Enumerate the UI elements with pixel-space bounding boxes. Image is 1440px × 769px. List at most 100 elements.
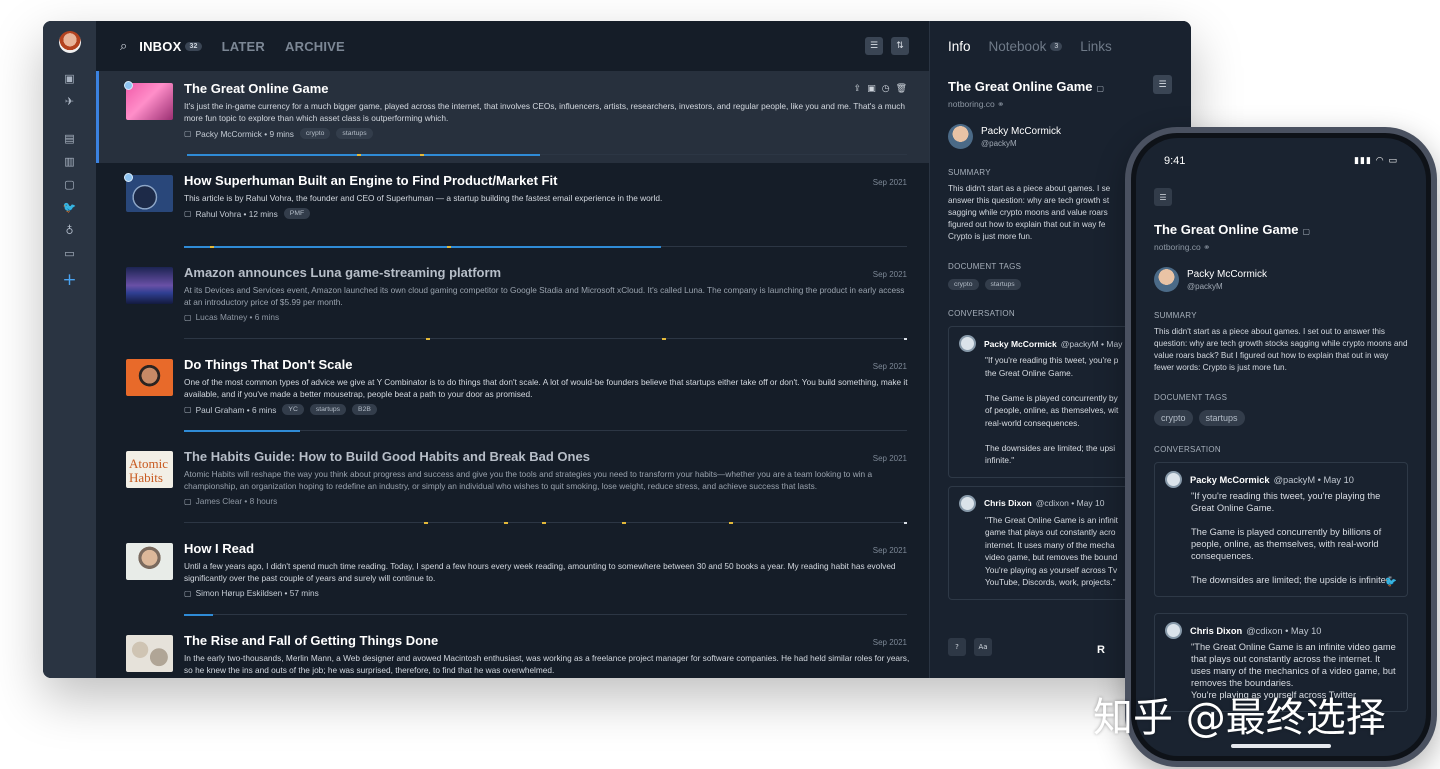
- document-icon: ▢: [1096, 84, 1105, 93]
- article-title[interactable]: The Habits Guide: How to Build Good Habi…: [184, 449, 909, 465]
- document-tags: crypto startups: [1154, 410, 1408, 426]
- clock-icon[interactable]: ◷: [882, 84, 890, 94]
- conversation-heading: CONVERSATION: [1154, 445, 1222, 454]
- pdf-icon[interactable]: ▢: [60, 175, 80, 195]
- tab-count-badge: 32: [185, 41, 202, 51]
- tag-chip[interactable]: startups: [984, 279, 1021, 290]
- tag-chip[interactable]: startups: [1198, 410, 1245, 426]
- books-icon[interactable]: ▥: [60, 152, 80, 172]
- progress-end-mark: [904, 521, 907, 524]
- article-summary: This article is by Rahul Vohra, the foun…: [184, 193, 663, 203]
- article-date: Sep 2021: [872, 546, 907, 555]
- plus-icon[interactable]: +: [60, 270, 80, 290]
- outline-menu-icon[interactable]: ☰: [1153, 75, 1172, 94]
- list-item[interactable]: The Rise and Fall of Getting Things Done…: [96, 623, 929, 678]
- share-icon[interactable]: ⇪: [854, 84, 862, 94]
- tweet-handle: @packyM • May 10: [1273, 474, 1354, 485]
- podcast-icon[interactable]: ♁: [60, 221, 80, 241]
- document-icon: ▢: [184, 588, 192, 598]
- tag-chip[interactable]: PMF: [283, 208, 311, 219]
- tag-chip[interactable]: startups: [336, 128, 373, 139]
- sidebar-rail: ▣ ✈ ▤ ▥ ▢ 🐦 ♁ ▭ +: [43, 21, 96, 678]
- tab-notebook[interactable]: Notebook 3: [989, 39, 1063, 54]
- highlight-mark: [210, 245, 214, 248]
- articles-icon[interactable]: ▤: [60, 129, 80, 149]
- progress-fill: [184, 429, 300, 432]
- list-item[interactable]: How Superhuman Built an Engine to Find P…: [96, 163, 929, 255]
- tag-chip[interactable]: crypto: [299, 128, 331, 139]
- home-indicator: [1231, 744, 1331, 748]
- search-icon[interactable]: ⌕: [120, 39, 127, 54]
- highlight-mark: [447, 245, 451, 248]
- article-thumbnail: [126, 267, 173, 304]
- tab-label: Info: [948, 38, 971, 54]
- article-author: Lucas Matney • 6 mins: [195, 312, 280, 322]
- tweet-handle: @cdixon • May 10: [1035, 498, 1105, 508]
- highlight-mark: [622, 521, 626, 524]
- twitter-icon[interactable]: 🐦: [60, 198, 80, 218]
- list-item[interactable]: The Great Online Game ⇪ ▣ ◷ 🗑 It's just …: [96, 71, 929, 163]
- article-title[interactable]: Do Things That Don't Scale: [184, 357, 909, 373]
- font-settings-button[interactable]: Aa: [974, 638, 992, 656]
- tab-later[interactable]: LATER: [222, 39, 265, 54]
- article-author: Packy McCormick • 9 mins: [195, 128, 294, 139]
- inbox-icon[interactable]: ▣: [60, 69, 80, 89]
- list-view-icon[interactable]: ☰: [865, 37, 883, 55]
- highlight-mark: [426, 337, 430, 340]
- help-icon[interactable]: ?: [948, 638, 966, 656]
- tab-info[interactable]: Info: [948, 39, 971, 54]
- summary-heading: SUMMARY: [1154, 311, 1197, 320]
- info-tabs: Info Notebook 3 Links: [948, 21, 1191, 71]
- twitter-icon[interactable]: 🐦: [1385, 577, 1397, 588]
- article-title[interactable]: The Rise and Fall of Getting Things Done: [184, 633, 909, 649]
- phone-mockup: 9:41 ▮▮▮ ◠ ▭ ☰ The Great Online Game ▢ no…: [1125, 127, 1437, 767]
- info-footer: ? Aa: [948, 638, 992, 656]
- article-meta: ▢ Packy McCormick • 9 mins crypto startu…: [184, 128, 909, 139]
- list-item[interactable]: Do Things That Don't Scale Sep 2021 One …: [96, 347, 929, 439]
- user-avatar[interactable]: [58, 31, 81, 53]
- tab-archive[interactable]: ARCHIVE: [285, 39, 345, 54]
- tag-chip[interactable]: YC: [282, 404, 304, 415]
- list-item[interactable]: Atomic Habits The Habits Guide: How to Bu…: [96, 439, 929, 531]
- article-title[interactable]: Amazon announces Luna game-streaming pla…: [184, 265, 909, 281]
- video-icon[interactable]: ▭: [60, 244, 80, 264]
- document-icon: ▢: [184, 312, 192, 322]
- highlight-mark: [729, 521, 733, 524]
- book-cover-art: Atomic Habits: [129, 456, 168, 485]
- document-domain[interactable]: notboring.co ⚭: [1154, 242, 1408, 253]
- tweet-avatar: [959, 335, 976, 352]
- document-icon: ▢: [184, 405, 192, 414]
- article-date: Sep 2021: [872, 362, 907, 371]
- list-item[interactable]: Amazon announces Luna game-streaming pla…: [96, 255, 929, 347]
- highlight-mark: [662, 337, 666, 340]
- tweet-card[interactable]: Packy McCormick @packyM • May 10 "If you…: [1154, 462, 1408, 597]
- tweet-avatar: [1165, 622, 1182, 639]
- archive-icon[interactable]: ▣: [867, 84, 876, 94]
- progress-fill: [184, 613, 213, 616]
- tab-links[interactable]: Links: [1080, 39, 1112, 54]
- article-title[interactable]: How I Read: [184, 541, 909, 557]
- tweet-text: "If you're reading this tweet, you're pl…: [1191, 491, 1392, 585]
- tag-chip[interactable]: crypto: [948, 279, 979, 290]
- trash-icon[interactable]: 🗑: [896, 84, 907, 94]
- article-title[interactable]: The Great Online Game: [184, 81, 909, 97]
- list-item[interactable]: How I Read Sep 2021 Until a few years ag…: [96, 531, 929, 623]
- article-meta: ▢ Rahul Vohra • 12 mins PMF: [184, 208, 909, 219]
- article-thumbnail: Atomic Habits: [126, 451, 173, 488]
- article-title[interactable]: How Superhuman Built an Engine to Find P…: [184, 173, 909, 189]
- tag-chip[interactable]: B2B: [352, 404, 377, 415]
- reader-logo: R: [1097, 644, 1105, 656]
- tag-chip[interactable]: startups: [309, 404, 347, 415]
- article-thumbnail: [126, 359, 173, 396]
- document-domain[interactable]: notboring.co ⚭: [948, 99, 1191, 110]
- author-handle: @packyM: [1187, 281, 1223, 291]
- author-name: Packy McCormick: [1187, 268, 1268, 280]
- article-meta: ▢ Lucas Matney • 6 mins: [184, 312, 909, 322]
- sort-icon[interactable]: ⇅: [891, 37, 909, 55]
- feed-icon[interactable]: ✈: [60, 92, 80, 112]
- tab-inbox[interactable]: INBOX 32: [139, 39, 202, 54]
- document-title-text: The Great Online Game: [1154, 222, 1299, 237]
- article-meta: ▢ Paul Graham • 6 mins YC startups B2B: [184, 404, 909, 415]
- tag-chip[interactable]: crypto: [1154, 410, 1193, 426]
- outline-menu-icon[interactable]: ☰: [1154, 188, 1172, 206]
